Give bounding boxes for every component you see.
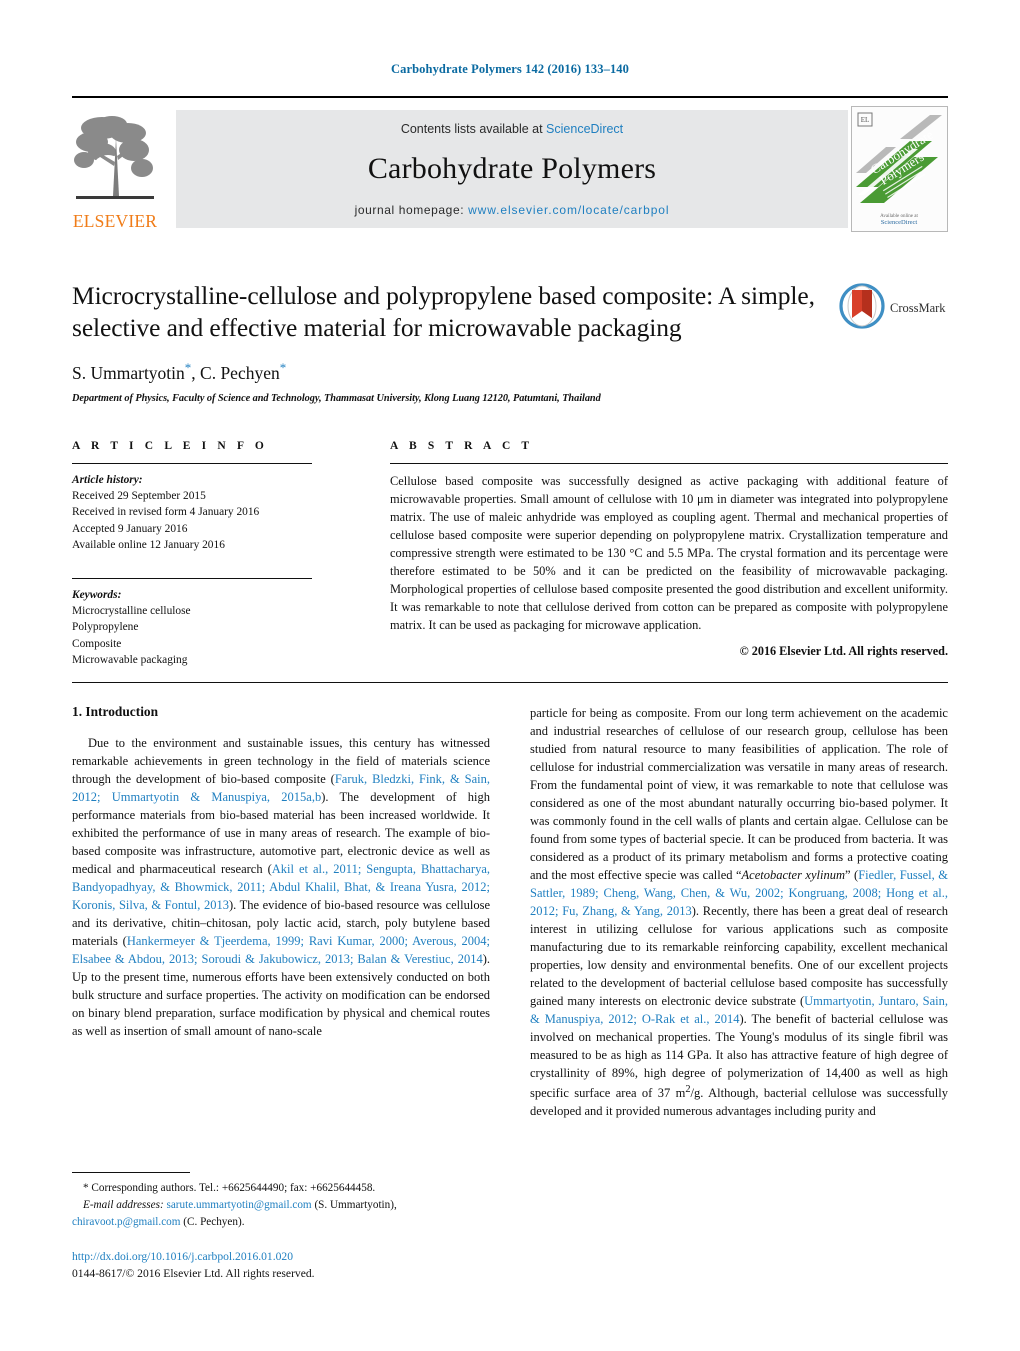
email-owner-2: (C. Pechyen).	[180, 1215, 245, 1228]
article-info-rule	[72, 463, 312, 464]
right-text-c: ). Recently, there has been a great deal…	[530, 904, 948, 1008]
keywords-block: Keywords: Microcrystalline cellulose Pol…	[72, 587, 312, 668]
article-history-block: Article history: Received 29 September 2…	[72, 472, 312, 553]
keyword-item: Microwavable packaging	[72, 653, 188, 666]
svg-text:EL: EL	[861, 116, 870, 124]
contents-lists-prefix: Contents lists available at	[400, 122, 547, 136]
elsevier-tree-icon	[74, 116, 154, 199]
author-list: S. Ummartyotin*, C. Pechyen*	[72, 360, 948, 384]
article-history-label: Article history:	[72, 474, 143, 486]
keywords-label: Keywords:	[72, 588, 122, 601]
email-addresses-note: E-mail addresses: sarute.ummartyotin@gma…	[72, 1197, 490, 1214]
article-history-item: Received in revised form 4 January 2016	[72, 506, 260, 519]
body-column-left: 1. Introduction Due to the environment a…	[72, 704, 490, 1040]
author-separator: ,	[191, 363, 201, 384]
elsevier-logo: ELSEVIER	[72, 108, 158, 230]
article-history-item: Available online 12 January 2016	[72, 538, 225, 551]
svg-text:ScienceDirect: ScienceDirect	[881, 219, 918, 226]
abstract-heading: A B S T R A C T	[390, 440, 534, 452]
footnote-block: * Corresponding authors. Tel.: +66256444…	[72, 1172, 490, 1230]
keyword-item: Polypropylene	[72, 621, 139, 634]
journal-cover-thumbnail: EL Carbohydrate Polymers Available onlin…	[851, 106, 948, 232]
intro-paragraph-right: particle for being as composite. From ou…	[530, 704, 948, 1120]
email-link-2[interactable]: chiravoot.p@gmail.com	[72, 1216, 180, 1228]
crossmark-label: CrossMark	[890, 301, 946, 315]
homepage-url-link[interactable]: www.elsevier.com/locate/carbpol	[468, 203, 669, 217]
keywords-rule	[72, 577, 312, 579]
running-head: Carbohydrate Polymers 142 (2016) 133–140	[391, 62, 629, 76]
abstract-text: Cellulose based composite was successful…	[390, 474, 948, 632]
keyword-item: Composite	[72, 637, 122, 650]
article-info-heading: A R T I C L E I N F O	[72, 440, 268, 452]
elsevier-wordmark: ELSEVIER	[72, 210, 158, 231]
title-block: Microcrystalline-cellulose and polypropy…	[72, 280, 948, 404]
contents-lists-line: Contents lists available at ScienceDirec…	[176, 122, 848, 136]
author-name-1: S. Ummartyotin	[72, 363, 185, 384]
crossmark-badge[interactable]: CrossMark	[838, 282, 948, 338]
right-text-b: ” (	[844, 868, 859, 882]
journal-title: Carbohydrate Polymers	[367, 152, 657, 185]
sciencedirect-link[interactable]: ScienceDirect	[546, 122, 623, 136]
section-heading-introduction: 1. Introduction	[72, 704, 159, 719]
corresponding-author-note: * Corresponding authors. Tel.: +66256444…	[83, 1182, 376, 1194]
email-label: E-mail addresses:	[83, 1198, 164, 1211]
article-history-item: Received 29 September 2015	[72, 490, 206, 503]
abstract-column: A B S T R A C T Cellulose based composit…	[390, 440, 948, 659]
crossmark-icon	[839, 283, 885, 329]
intro-paragraph-left: Due to the environment and sustainable i…	[72, 734, 490, 1040]
article-info-column: A R T I C L E I N F O Article history: R…	[72, 440, 312, 668]
email-link-1[interactable]: sarute.ummartyotin@gmail.com	[166, 1199, 311, 1211]
abstract-copyright: © 2016 Elsevier Ltd. All rights reserved…	[739, 643, 948, 658]
email-addresses-note-2: chiravoot.p@gmail.com (C. Pechyen).	[72, 1214, 490, 1231]
citation-link[interactable]: Hankermeyer & Tjeerdema, 1999; Ravi Kuma…	[72, 934, 490, 966]
email-owner-1: (S. Ummartyotin),	[311, 1198, 397, 1211]
page-title: Microcrystalline-cellulose and polypropy…	[72, 281, 815, 343]
author-name-2: C. Pechyen	[200, 363, 280, 384]
journal-homepage-line: journal homepage: www.elsevier.com/locat…	[176, 203, 848, 217]
doi-block: http://dx.doi.org/10.1016/j.carbpol.2016…	[72, 1248, 532, 1283]
issn-copyright-line: 0144-8617/© 2016 Elsevier Ltd. All right…	[72, 1267, 315, 1281]
abstract-bottom-rule	[72, 682, 948, 683]
journal-masthead: ELSEVIER Contents lists available at Sci…	[72, 96, 948, 232]
body-column-right: particle for being as composite. From ou…	[530, 704, 948, 1120]
species-name: Acetobacter xylinum	[741, 868, 845, 882]
right-text-a: particle for being as composite. From ou…	[530, 706, 948, 882]
journal-article-page: Carbohydrate Polymers 142 (2016) 133–140	[0, 0, 1020, 1351]
article-history-item: Accepted 9 January 2016	[72, 522, 188, 535]
affiliation: Department of Physics, Faculty of Scienc…	[72, 393, 601, 405]
footnote-rule	[72, 1172, 190, 1173]
doi-link[interactable]: http://dx.doi.org/10.1016/j.carbpol.2016…	[72, 1248, 532, 1265]
keyword-item: Microcrystalline cellulose	[72, 605, 191, 618]
journal-cover-art: EL Carbohydrate Polymers Available onlin…	[852, 107, 947, 231]
abstract-rule	[390, 463, 948, 464]
sciencedirect-banner: Contents lists available at ScienceDirec…	[176, 110, 848, 228]
corresponding-author-marker-2: *	[279, 360, 287, 376]
homepage-label: journal homepage:	[354, 203, 469, 217]
